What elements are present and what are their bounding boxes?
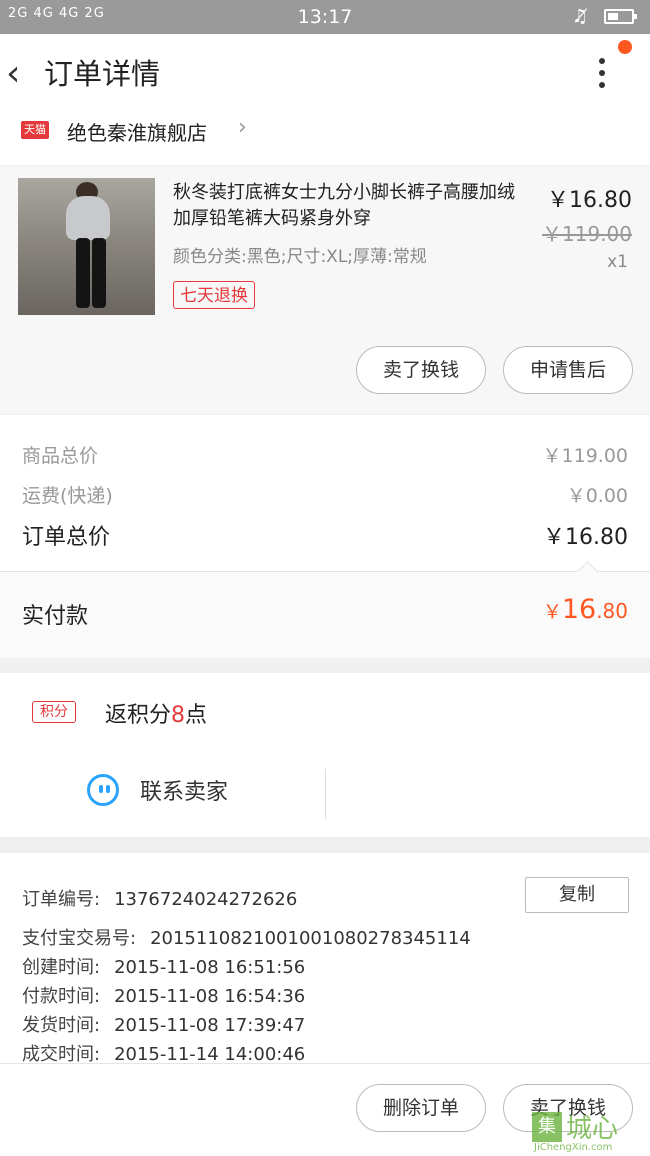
order-number-row: 订单编号: 1376724024272626 (22, 889, 298, 910)
divider (325, 769, 326, 819)
product-spec: 颜色分类:黑色;尺寸:XL;厚薄:常规 (173, 247, 427, 267)
product-card[interactable]: 秋冬装打底裤女士九分小脚长裤子高腰加绒加厚铅笔裤大码紧身外穿 颜色分类:黑色;尺… (0, 166, 650, 414)
bottom-action-bar: 删除订单 卖了换钱 集城心 JiChengXin.com (0, 1063, 650, 1156)
goods-total-label: 商品总价 (22, 445, 99, 467)
copy-button[interactable]: 复制 (525, 877, 629, 913)
status-bar: 2G 4G 4G 2G 13:17 ♫̸ (0, 0, 650, 34)
points-tag: 积分 (32, 701, 76, 723)
notification-dot (618, 40, 632, 54)
watermark-logo: 集城心 JiChengXin.com (532, 1108, 618, 1153)
price-summary: 商品总价 ￥119.00 运费(快递) ￥0.00 订单总价 ￥16.80 (0, 415, 650, 571)
actual-payment-label: 实付款 (22, 604, 89, 629)
shipping-value: ￥0.00 (566, 485, 628, 507)
points-text: 返积分8点 (105, 703, 208, 728)
delete-order-button[interactable]: 删除订单 (356, 1084, 486, 1132)
shipping-label: 运费(快递) (22, 485, 113, 507)
return-policy-badge: 七天退换 (173, 281, 255, 309)
alipay-trade-row: 支付宝交易号: 2015110821001001080278345114 (22, 928, 471, 949)
actual-payment-row: 实付款 ￥16.80 (0, 560, 650, 658)
paid-time-row: 付款时间: 2015-11-08 16:54:36 (22, 986, 306, 1007)
product-image[interactable] (18, 178, 155, 315)
product-quantity: x1 (607, 252, 628, 272)
created-time-row: 创建时间: 2015-11-08 16:51:56 (22, 957, 306, 978)
product-title: 秋冬装打底裤女士九分小脚长裤子高腰加绒加厚铅笔裤大码紧身外穿 (173, 182, 515, 229)
store-row[interactable]: 天猫 绝色秦淮旗舰店 › (0, 115, 650, 165)
points-section: 积分 返积分8点 联系卖家 (0, 673, 650, 837)
contact-seller-button[interactable]: 联系卖家 (0, 768, 325, 820)
order-info: 订单编号: 1376724024272626 复制 支付宝交易号: 20151108… (0, 853, 650, 1065)
product-original-price: ￥119.00 (542, 222, 632, 246)
after-sales-button[interactable]: 申请售后 (503, 346, 633, 394)
shipped-time-row: 发货时间: 2015-11-08 17:39:47 (22, 1015, 306, 1036)
order-total-label: 订单总价 (22, 525, 111, 550)
chevron-right-icon: › (238, 115, 247, 140)
actual-payment-value: ￥16.80 (542, 594, 628, 625)
chevron-left-icon[interactable]: ‹ (6, 54, 20, 94)
page-title: 订单详情 (44, 57, 161, 91)
silent-bell-icon: ♫̸ (572, 6, 589, 27)
chat-smile-icon (87, 774, 119, 806)
clock: 13:17 (297, 6, 353, 28)
battery-icon (604, 9, 637, 24)
order-total-value: ￥16.80 (543, 525, 628, 550)
store-name: 绝色秦淮旗舰店 (67, 121, 207, 145)
product-price: ￥16.80 (547, 188, 632, 213)
sell-for-cash-button[interactable]: 卖了换钱 (356, 346, 486, 394)
contact-seller-label: 联系卖家 (140, 780, 229, 805)
more-vertical-icon[interactable] (597, 58, 607, 94)
tmall-logo-icon: 天猫 (21, 121, 49, 139)
goods-total-value: ￥119.00 (542, 445, 628, 467)
page-header: ‹ 订单详情 (0, 34, 650, 119)
